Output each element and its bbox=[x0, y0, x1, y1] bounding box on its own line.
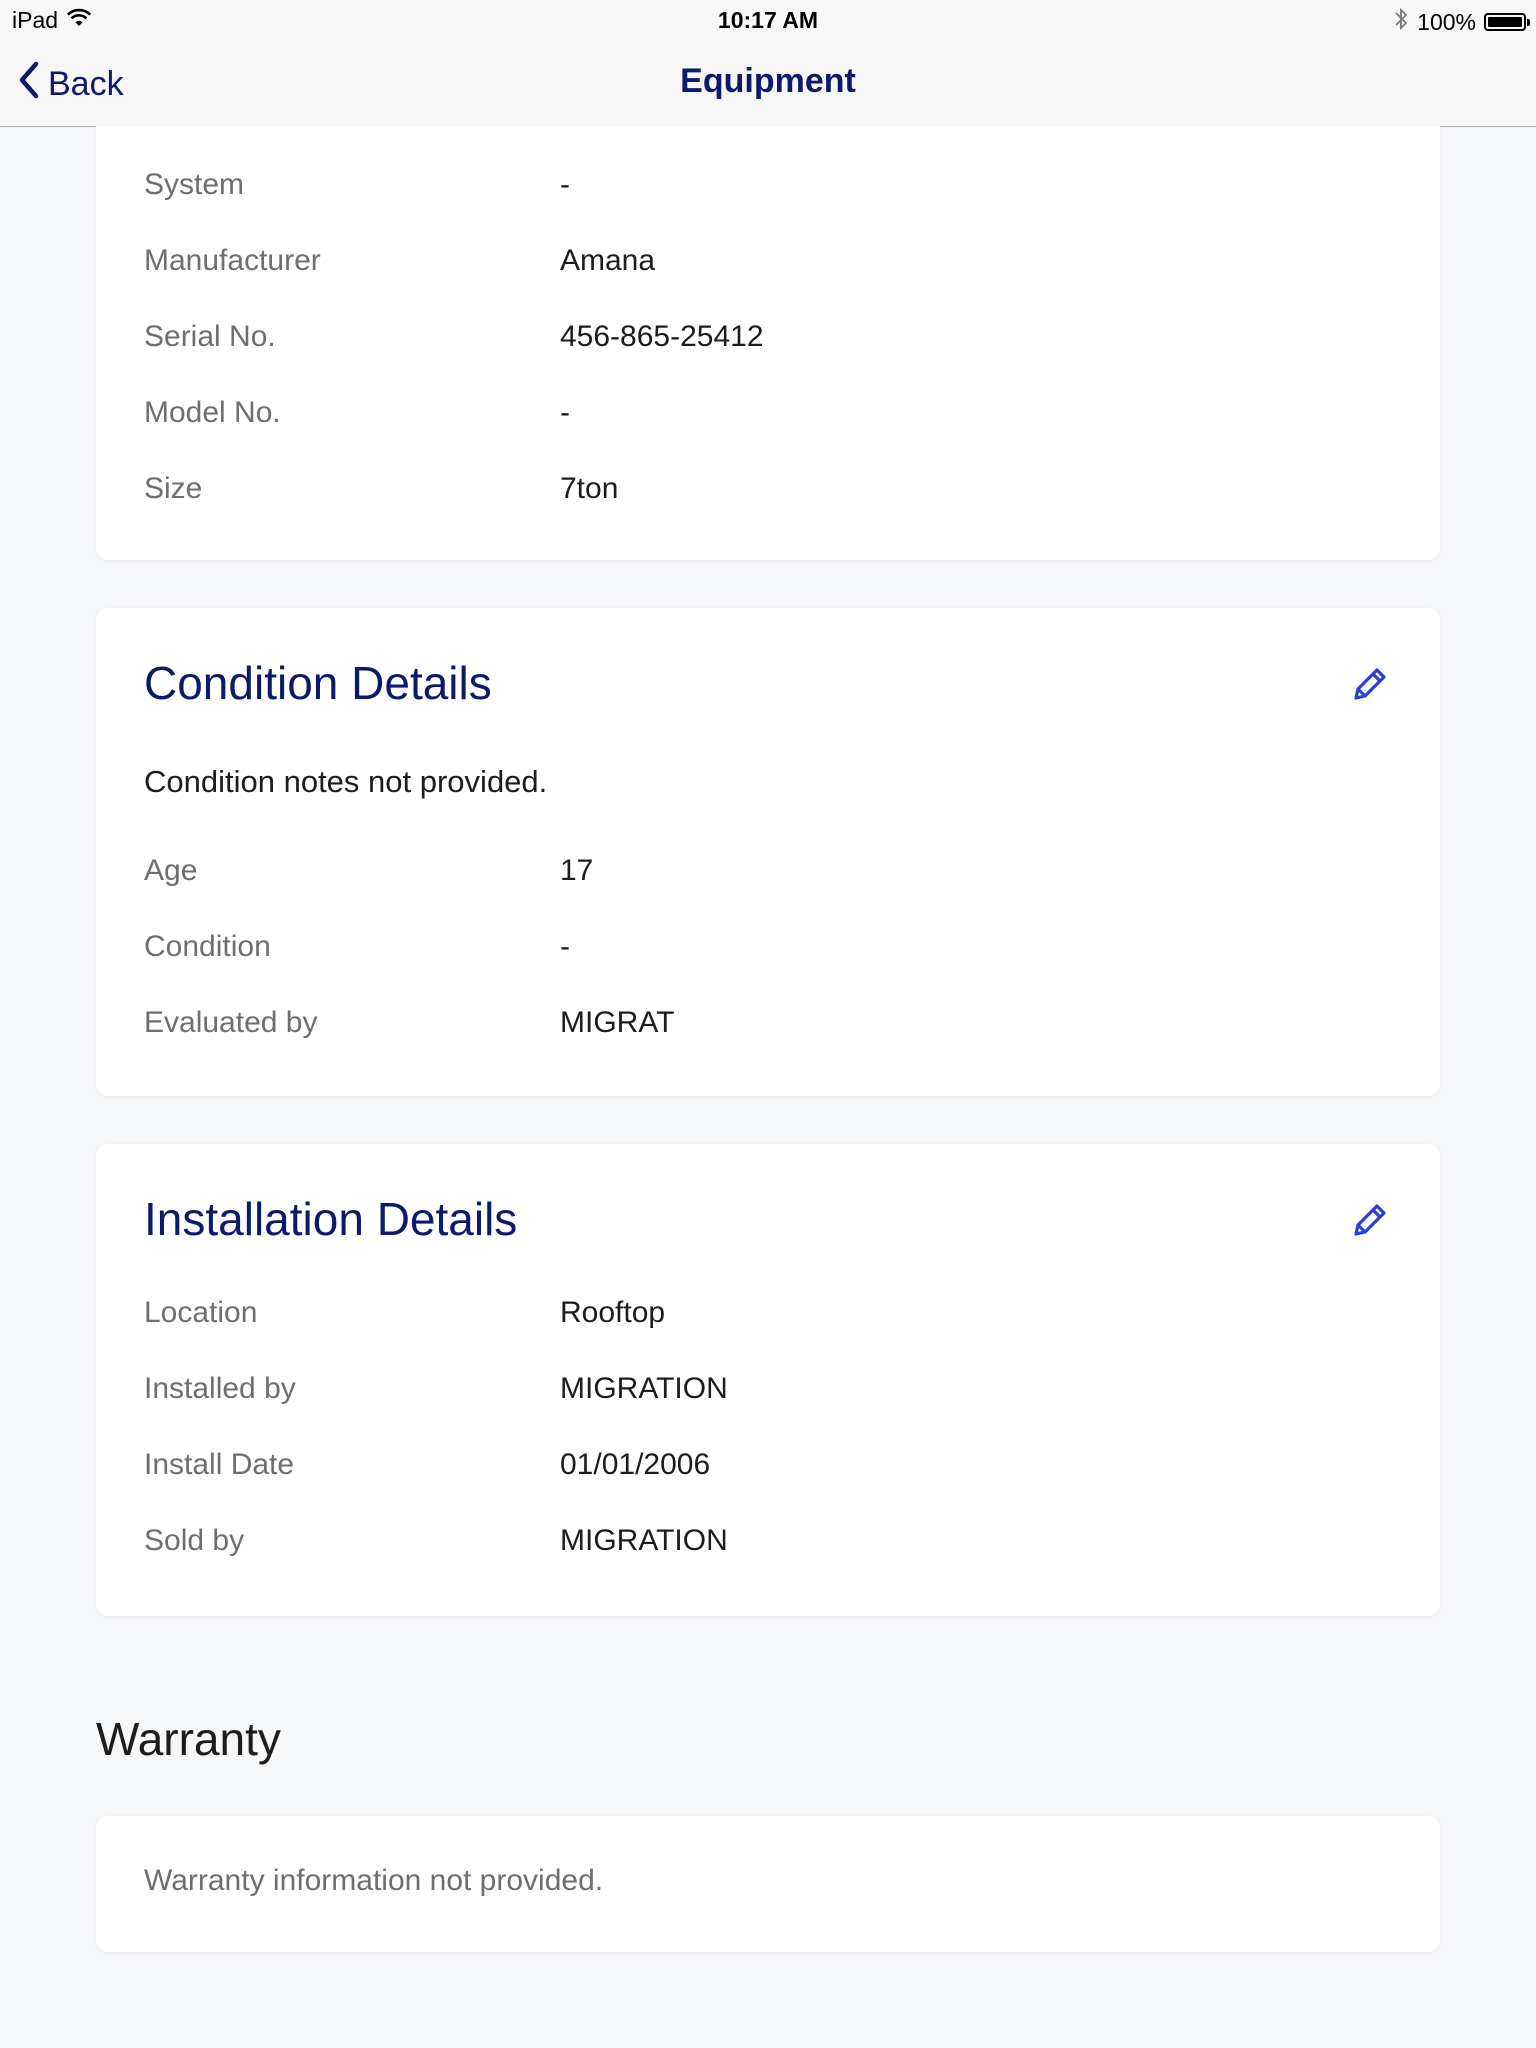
row-label: System bbox=[144, 168, 245, 201]
row-label: Sold by bbox=[144, 1524, 245, 1557]
pencil-icon bbox=[1348, 668, 1392, 710]
pencil-icon bbox=[1348, 1204, 1392, 1246]
row-label: Manufacturer bbox=[144, 244, 321, 277]
row-label: Condition bbox=[144, 930, 271, 963]
row-value: 7ton bbox=[560, 472, 619, 505]
row-label: Location bbox=[144, 1296, 258, 1329]
row-label: Model No. bbox=[144, 396, 281, 429]
row-value: 17 bbox=[560, 854, 594, 887]
installation-details-title: Installation Details bbox=[144, 1193, 518, 1245]
row-value: MIGRATION bbox=[560, 1524, 728, 1557]
detail-row-evaluated-by: Evaluated by MIGRAT bbox=[144, 1006, 1392, 1046]
status-time: 10:17 AM bbox=[717, 7, 819, 33]
row-label: Serial No. bbox=[144, 320, 276, 353]
row-label: Size bbox=[144, 472, 203, 505]
row-label: Installed by bbox=[144, 1372, 296, 1405]
detail-row-sold-by: Sold by MIGRATION bbox=[144, 1524, 1392, 1564]
status-bar: iPad 10:17 AM 100% bbox=[0, 0, 1536, 40]
edit-condition-button[interactable] bbox=[1348, 662, 1392, 706]
row-value: - bbox=[560, 396, 570, 429]
detail-row-installed-by: Installed by MIGRATION bbox=[144, 1372, 1392, 1412]
warranty-note: Warranty information not provided. bbox=[144, 1864, 604, 1897]
detail-row-size: Size 7ton bbox=[144, 472, 1392, 512]
edit-installation-button[interactable] bbox=[1348, 1198, 1392, 1242]
row-label: Age bbox=[144, 854, 198, 887]
detail-row-condition: Condition - bbox=[144, 930, 1392, 970]
warranty-card: Warranty information not provided. bbox=[96, 1816, 1440, 1952]
status-right: 100% bbox=[1393, 7, 1530, 37]
bluetooth-icon bbox=[1393, 7, 1409, 37]
detail-row-model: Model No. - bbox=[144, 396, 1392, 436]
row-value: Amana bbox=[560, 244, 656, 277]
detail-row-age: Age 17 bbox=[144, 854, 1392, 894]
row-value: MIGRAT bbox=[560, 1006, 675, 1039]
detail-row-system: System - bbox=[144, 168, 1392, 208]
detail-row-manufacturer: Manufacturer Amana bbox=[144, 244, 1392, 284]
row-label: Install Date bbox=[144, 1448, 295, 1481]
navigation-bar: Back Equipment bbox=[0, 40, 1536, 127]
equipment-card: System - Manufacturer Amana Serial No. 4… bbox=[96, 126, 1440, 560]
battery-percent: 100% bbox=[1417, 8, 1476, 35]
row-value: MIGRATION bbox=[560, 1372, 728, 1405]
row-value: 01/01/2006 bbox=[560, 1448, 711, 1481]
row-value: - bbox=[560, 168, 570, 201]
row-label: Evaluated by bbox=[144, 1006, 318, 1039]
condition-details-title: Condition Details bbox=[144, 657, 492, 709]
detail-row-location: Location Rooftop bbox=[144, 1296, 1392, 1336]
battery-icon bbox=[1484, 13, 1530, 31]
detail-row-serial: Serial No. 456-865-25412 bbox=[144, 320, 1392, 360]
detail-row-install-date: Install Date 01/01/2006 bbox=[144, 1448, 1392, 1488]
row-value: Rooftop bbox=[560, 1296, 666, 1329]
condition-notes: Condition notes not provided. bbox=[144, 764, 548, 799]
warranty-heading: Warranty bbox=[96, 1713, 281, 1765]
row-value: - bbox=[560, 930, 570, 963]
row-value: 456-865-25412 bbox=[560, 320, 764, 353]
condition-details-card: Condition Details Condition notes not pr… bbox=[96, 608, 1440, 1096]
installation-details-card: Installation Details Location Rooftop In… bbox=[96, 1144, 1440, 1616]
page-title: Equipment bbox=[680, 62, 856, 100]
